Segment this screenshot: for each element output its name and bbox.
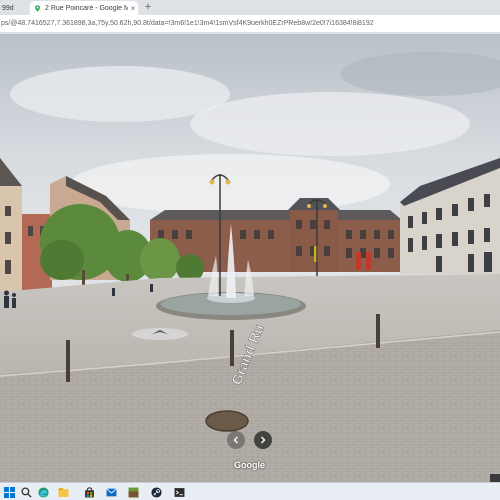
browser-tab-strip: 99d 2 Rue Poincaré - Google Maps × + [0,0,500,15]
street-view-panorama[interactable]: Grand Ru Google [0,34,500,482]
minecraft-icon[interactable] [128,487,139,498]
pan-left-button[interactable] [227,431,245,449]
google-logo: Google [234,460,265,470]
steam-icon[interactable] [151,487,162,498]
lamp [323,204,327,208]
file-explorer-icon[interactable] [58,487,69,498]
store-icon[interactable] [84,487,95,498]
browser-tab-google-maps[interactable]: 2 Rue Poincaré - Google Maps × [30,1,138,15]
browser-tab-inactive[interactable]: 99d [0,1,28,15]
new-tab-button[interactable]: + [142,1,154,14]
google-maps-favicon-icon [35,4,40,12]
pan-right-button[interactable] [254,431,272,449]
street-view-arrow-marker [132,328,188,340]
cloud [190,92,470,156]
tab-title: 99d [2,4,14,12]
close-tab-icon[interactable]: × [128,4,138,13]
cloud [70,154,390,214]
lamp [225,179,231,185]
windows-taskbar [0,482,500,500]
manhole-cover [205,410,249,432]
windows-start-icon[interactable] [4,487,15,498]
terminal-icon[interactable] [174,487,185,498]
lamp [209,179,215,185]
search-icon[interactable] [21,487,32,498]
cloud [10,66,230,122]
corner-control[interactable] [490,474,500,482]
url-text[interactable]: ps/@48.7416527,7.361898,3a,75y,50.62h,90… [0,18,500,30]
address-bar[interactable]: ps/@48.7416527,7.361898,3a,75y,50.62h,90… [0,15,500,33]
tab-title: 2 Rue Poincaré - Google Maps [45,4,128,12]
chevron-left-icon [233,436,238,444]
street-view-image[interactable]: Grand Ru [0,34,500,482]
chevron-right-icon [261,436,266,444]
lamp [307,204,311,208]
edge-icon[interactable] [38,487,49,498]
mail-icon[interactable] [106,487,117,498]
